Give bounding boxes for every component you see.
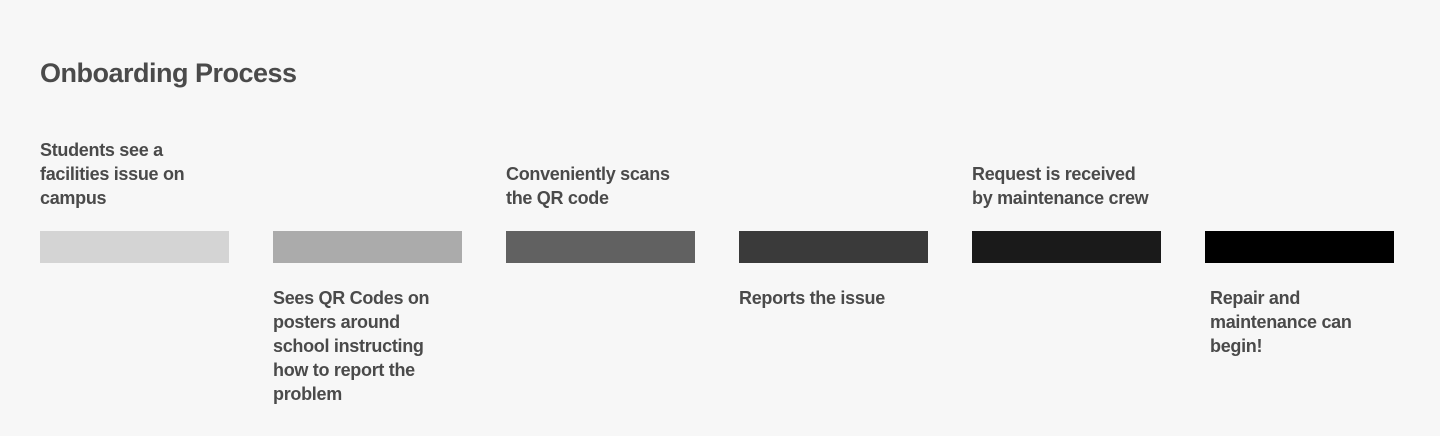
- step-4-bar: [739, 231, 928, 263]
- step-1-bar: [40, 231, 229, 263]
- step-2-bar: [273, 231, 462, 263]
- page-title: Onboarding Process: [40, 58, 297, 88]
- step-2-label: Sees QR Codes on posters around school i…: [273, 288, 430, 404]
- step-5-label: Request is received by maintenance crew: [972, 164, 1149, 208]
- step-1-label: Students see a facilities issue on campu…: [40, 140, 185, 208]
- step-6-label: Repair and maintenance can begin!: [1210, 288, 1352, 356]
- step-3-label: Conveniently scans the QR code: [506, 164, 670, 208]
- step-5-bar: [972, 231, 1161, 263]
- step-4-label: Reports the issue: [739, 288, 885, 308]
- step-6-bar: [1205, 231, 1394, 263]
- step-3-bar: [506, 231, 695, 263]
